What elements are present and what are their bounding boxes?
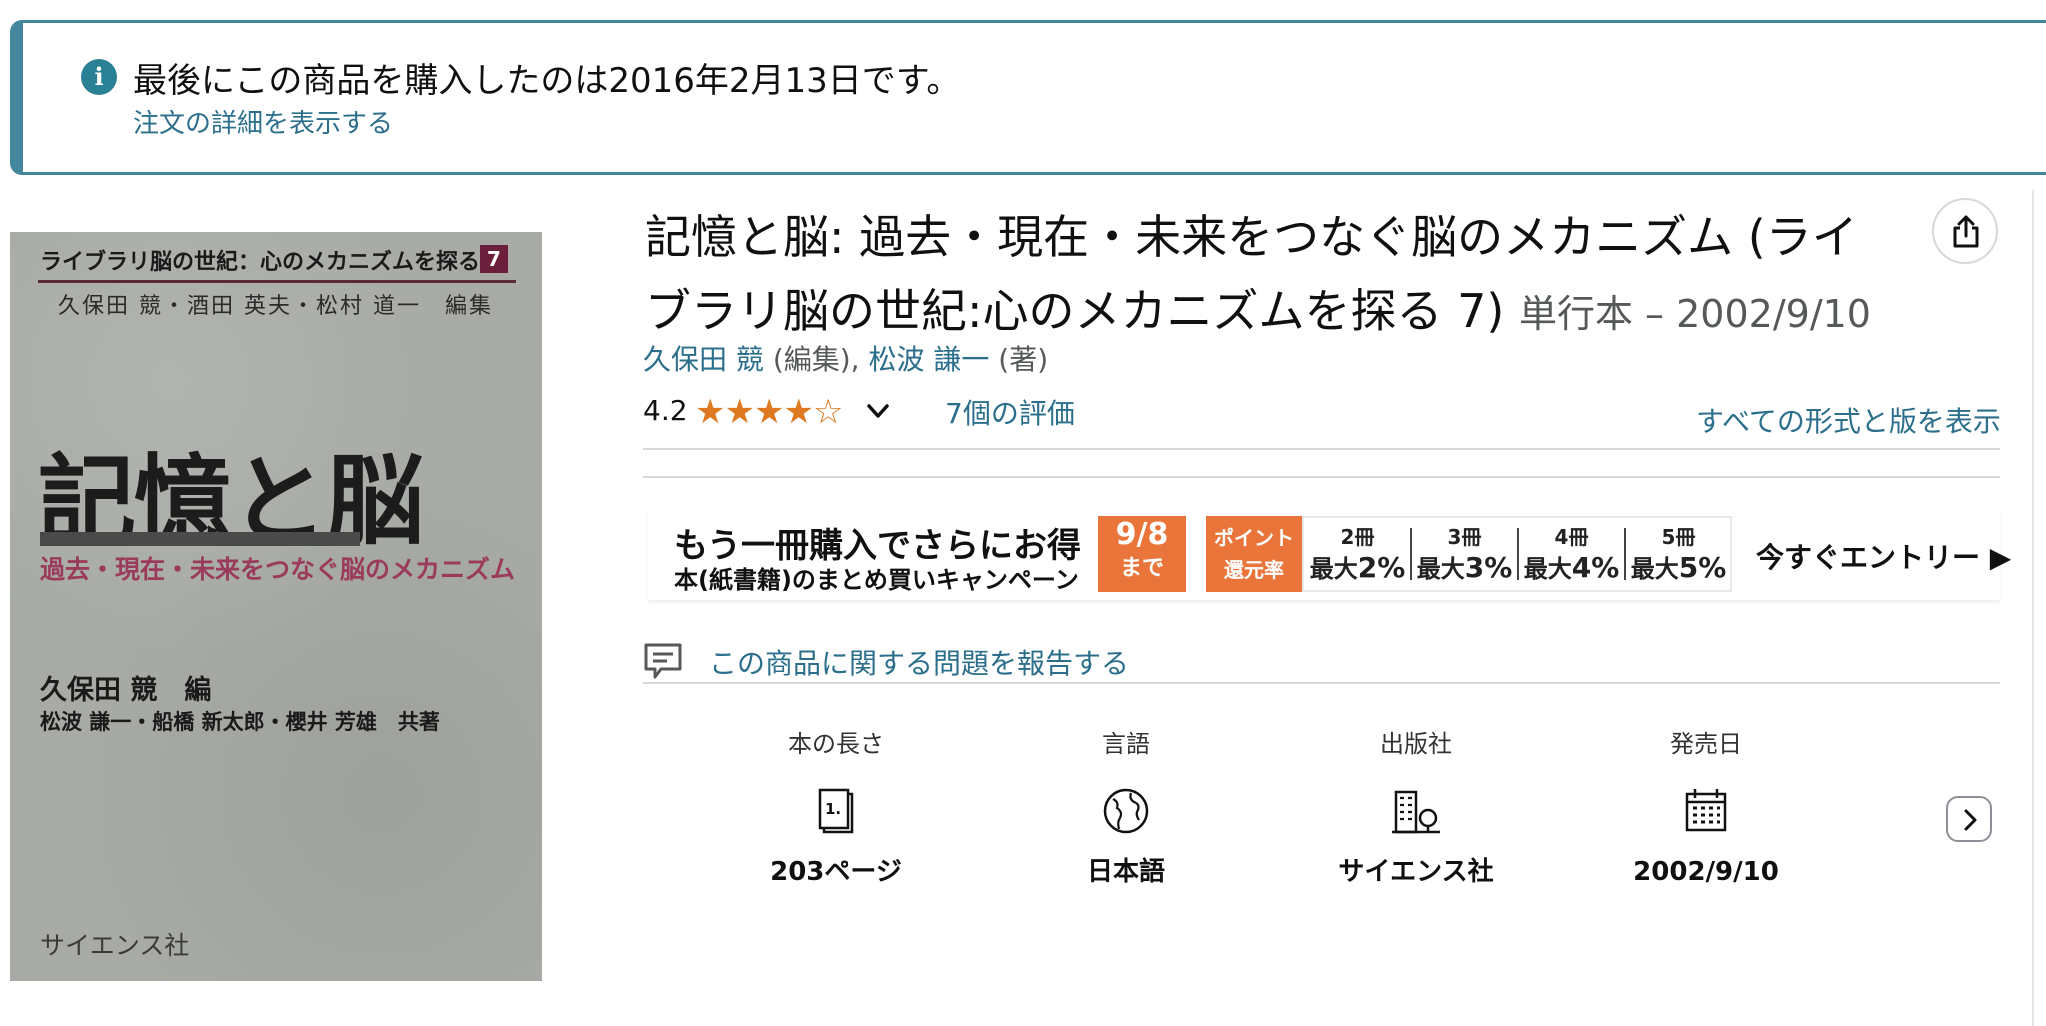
cover-editors: 久保田 競・酒田 英夫・松村 道一 編集 [58,294,493,319]
cover-subtitle: 過去・現在・未来をつなぐ脳のメカニズム [40,555,516,584]
star-full-icon: ★ [695,392,726,432]
tier-count: 5冊 [1661,525,1696,549]
banner-date-suffix: まで [1119,556,1164,581]
detail-pages: 本の長さ 1. 203ページ [706,726,966,892]
tier-count: 2冊 [1340,525,1375,549]
tier-rate: 3% [1464,551,1513,584]
detail-label: 発売日 [1670,730,1742,758]
tier-prefix: 最大 [1416,555,1465,583]
chevron-down-icon[interactable] [865,396,891,426]
notice-message: 最後にこの商品を購入したのは2016年2月13日です。 [133,61,961,101]
carousel-next-button[interactable] [1946,796,1992,842]
detail-language: 言語 日本語 [996,726,1256,892]
rating-count-link[interactable]: 7個の評価 [945,392,1075,432]
tier-prefix: 最大 [1523,555,1572,583]
tier-count: 3冊 [1447,525,1482,549]
report-issue-text: この商品に関する問題を報告する [709,647,1130,680]
chevron-right-icon [1964,809,1977,831]
contributor-role: (編集) [772,343,851,376]
all-formats-link[interactable]: すべての形式と版を表示 [1696,400,2001,440]
building-icon [1286,786,1546,842]
divider [643,476,2000,478]
star-full-icon: ★ [753,392,785,432]
order-details-link[interactable]: 注文の詳細を表示する [133,105,393,143]
share-button[interactable] [1932,198,1998,264]
contributors: 久保田 競 (編集), 松波 謙一 (著) [643,340,1048,380]
calendar-icon [1576,786,1836,842]
detail-label: 言語 [1102,730,1150,758]
banner-deadline: 9/8 まで [1098,516,1186,592]
divider [643,448,2000,450]
detail-value: 2002/9/10 [1633,857,1779,887]
star-empty-icon: ☆ [812,392,844,432]
tier-prefix: 最大 [1630,555,1679,583]
book-pages-icon: 1. [706,786,966,842]
cover-rule [38,280,516,283]
detail-release-date: 発売日 2002/9/10 [1576,726,1836,892]
tier-prefix: 最大 [1309,555,1358,583]
banner-date: 9/8 [1115,517,1169,552]
star-full-icon: ★ [783,392,814,432]
detail-value: サイエンス社 [1338,857,1494,887]
banner-entry-button[interactable]: 今すぐエントリー ▶ [1756,536,2011,576]
product-format: 単行本 – 2002/9/10 [1518,292,1871,336]
cover-title-underline [40,532,360,546]
banner-tiers: 2冊 最大2% 3冊 最大3% 4冊 最大4% 5冊 最大5% [1302,516,1732,592]
contributor-link[interactable]: 久保田 競 [643,343,764,376]
cover-main-author: 久保田 競 編 [40,675,212,706]
detail-publisher: 出版社 サイエンス社 [1286,726,1546,892]
banner-tier: 4冊 最大4% [1518,518,1625,590]
detail-label: 出版社 [1380,730,1452,758]
globe-icon [996,786,1256,842]
product-title-block: 記憶と脳: 過去・現在・未来をつなぐ脳のメカニズム (ライブラリ脳の世紀:心のメ… [645,200,1895,351]
cover-volume: 7 [480,245,508,273]
svg-text:1.: 1. [825,800,841,818]
purchase-notice: i 最後にこの商品を購入したのは2016年2月13日です。 注文の詳細を表示する [10,20,2046,175]
scroll-rail [2032,190,2034,1026]
cover-series: ライブラリ脳の世紀：心のメカニズムを探る [40,250,481,275]
info-icon: i [81,59,117,95]
tier-rate: 4% [1571,551,1620,584]
tier-rate: 5% [1678,551,1727,584]
banner-subline: 本(紙書籍)のまとめ買いキャンペーン [674,566,1079,594]
star-full-icon: ★ [724,392,755,432]
contributor-role: (著) [998,343,1049,376]
banner-point-line1: ポイント [1214,526,1294,550]
tier-rate: 2% [1357,551,1406,584]
banner-point-line2: 還元率 [1224,558,1284,582]
rating-value: 4.2 [643,394,688,427]
divider [643,682,2000,684]
star-rating[interactable]: ★★★★☆ [695,392,844,432]
book-cover-image[interactable]: ライブラリ脳の世紀：心のメカニズムを探る 7 久保田 競・酒田 英夫・松村 道一… [10,232,542,981]
detail-value: 203ページ [770,857,902,887]
contributor-separator: , [850,343,869,376]
share-icon [1953,215,1979,248]
cover-co-authors: 松波 謙一・船橋 新太郎・櫻井 芳雄 共著 [40,710,440,734]
banner-tier: 3冊 最大3% [1411,518,1518,590]
banner-tier: 2冊 最大2% [1304,518,1411,590]
feedback-icon [644,643,682,679]
banner-tier: 5冊 最大5% [1625,518,1732,590]
cover-publisher: サイエンス社 [40,931,190,960]
tier-count: 4冊 [1554,525,1589,549]
campaign-banner[interactable]: もう一冊購入でさらにお得 本(紙書籍)のまとめ買いキャンペーン 9/8 まで ポ… [648,514,2011,600]
detail-value: 日本語 [1086,857,1165,887]
banner-point-label: ポイント 還元率 [1206,516,1302,592]
contributor-link[interactable]: 松波 謙一 [868,343,989,376]
detail-label: 本の長さ [788,730,884,758]
